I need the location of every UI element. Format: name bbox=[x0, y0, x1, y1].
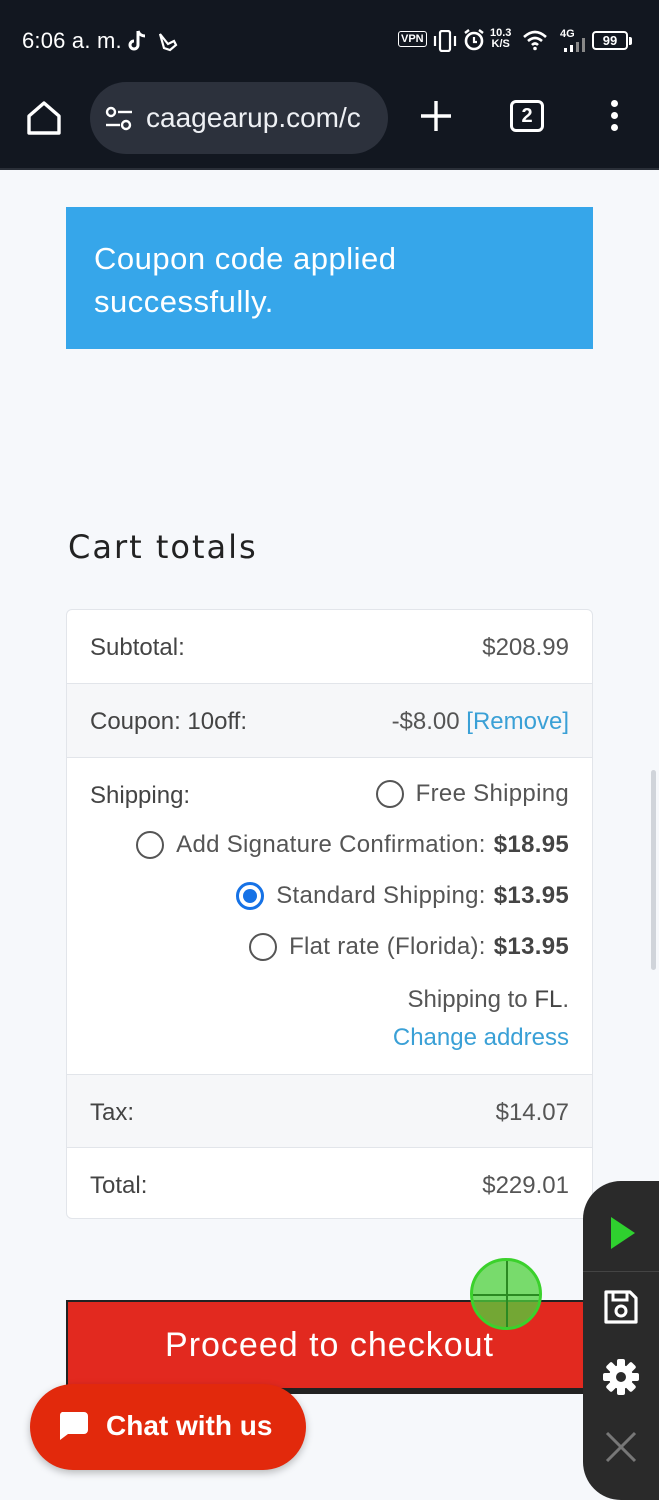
coupon-row: Coupon: 10off: -$8.00 [Remove] bbox=[67, 684, 592, 758]
chat-with-us-button[interactable]: Chat with us bbox=[30, 1384, 306, 1470]
touch-indicator bbox=[470, 1258, 542, 1330]
network-speed: 10.3 K/S bbox=[490, 28, 511, 50]
radio-button[interactable] bbox=[249, 933, 278, 961]
signal-icon bbox=[564, 38, 585, 52]
shipping-to-prefix: Shipping to bbox=[407, 986, 528, 1013]
shipping-option-standard[interactable]: Standard Shipping: $13.95 bbox=[236, 882, 569, 910]
shipping-option-label: Free Shipping bbox=[415, 780, 569, 807]
total-row: Total: $229.01 bbox=[67, 1148, 592, 1218]
radio-button[interactable] bbox=[136, 831, 165, 859]
subtotal-value: $208.99 bbox=[482, 634, 569, 661]
save-icon[interactable] bbox=[601, 1287, 641, 1327]
wifi-icon bbox=[523, 30, 547, 51]
gesture-icon bbox=[158, 33, 178, 52]
url-bar[interactable]: caagearup.com/c bbox=[90, 82, 388, 154]
shipping-option-flat-rate[interactable]: Flat rate (Florida): $13.95 bbox=[249, 933, 569, 961]
close-icon[interactable] bbox=[601, 1427, 641, 1467]
shipping-option-price: $13.95 bbox=[493, 933, 569, 960]
alarm-icon bbox=[464, 29, 484, 51]
shipping-option-label: Standard Shipping: bbox=[276, 882, 486, 909]
coupon-success-notice: Coupon code applied successfully. bbox=[66, 207, 593, 349]
tax-label: Tax: bbox=[90, 1099, 135, 1126]
home-icon[interactable] bbox=[24, 98, 64, 138]
total-value: $229.01 bbox=[482, 1172, 569, 1199]
url-text[interactable]: caagearup.com/c bbox=[146, 102, 378, 134]
shipping-to-suffix: . bbox=[562, 986, 569, 1013]
settings-icon[interactable] bbox=[601, 1357, 641, 1397]
tiktok-icon bbox=[128, 30, 146, 51]
tab-switcher-icon[interactable]: 2 bbox=[510, 100, 544, 132]
page-scrollbar[interactable] bbox=[651, 770, 656, 970]
panel-divider bbox=[583, 1271, 659, 1272]
coupon-label: Coupon: 10off: bbox=[90, 708, 248, 735]
shipping-to-state: FL bbox=[534, 986, 563, 1013]
subtotal-row: Subtotal: $208.99 bbox=[67, 610, 592, 684]
vpn-badge: VPN bbox=[398, 31, 427, 47]
coupon-value: -$8.00 bbox=[391, 708, 460, 735]
new-tab-icon[interactable] bbox=[418, 98, 454, 134]
cart-totals-heading: Cart totals bbox=[68, 528, 258, 566]
cart-totals-table: Subtotal: $208.99 Coupon: 10off: -$8.00 … bbox=[66, 609, 593, 1219]
shipping-row: Shipping: Free Shipping Add Signature Co… bbox=[67, 758, 592, 1075]
subtotal-label: Subtotal: bbox=[90, 634, 185, 661]
status-bar: 6:06 a. m. VPN 10.3 K/S 4G 99 bbox=[0, 0, 659, 82]
chat-label: Chat with us bbox=[106, 1410, 273, 1441]
play-icon[interactable] bbox=[601, 1213, 641, 1253]
site-settings-icon[interactable] bbox=[104, 104, 134, 134]
vibrate-icon bbox=[433, 30, 457, 52]
more-menu-icon[interactable] bbox=[604, 100, 624, 136]
radio-button[interactable] bbox=[375, 780, 404, 808]
browser-toolbar: caagearup.com/c 2 bbox=[0, 82, 659, 170]
status-time: 6:06 a. m. bbox=[22, 28, 122, 53]
shipping-option-signature[interactable]: Add Signature Confirmation: $18.95 bbox=[136, 831, 569, 859]
coupon-remove-link[interactable]: [Remove] bbox=[466, 708, 569, 735]
recorder-panel bbox=[583, 1181, 659, 1500]
shipping-option-price: $18.95 bbox=[493, 831, 569, 858]
chat-bubble-icon bbox=[59, 1412, 88, 1440]
battery-indicator: 99 bbox=[592, 31, 632, 50]
tax-value: $14.07 bbox=[495, 1099, 569, 1126]
shipping-option-label: Add Signature Confirmation: bbox=[176, 831, 486, 858]
change-address-link[interactable]: Change address bbox=[393, 1024, 569, 1052]
shipping-option-price: $13.95 bbox=[493, 882, 569, 909]
coupon-value-wrap: -$8.00 [Remove] bbox=[392, 708, 569, 736]
shipping-option-free[interactable]: Free Shipping bbox=[375, 780, 569, 808]
total-label: Total: bbox=[90, 1172, 148, 1199]
shipping-label: Shipping: bbox=[90, 782, 191, 809]
shipping-option-label: Flat rate (Florida): bbox=[289, 933, 486, 960]
radio-button-selected[interactable] bbox=[236, 882, 265, 910]
speed-unit: K/S bbox=[491, 38, 510, 50]
shipping-destination: Shipping to FL. bbox=[408, 986, 569, 1014]
tax-row: Tax: $14.07 bbox=[67, 1075, 592, 1148]
